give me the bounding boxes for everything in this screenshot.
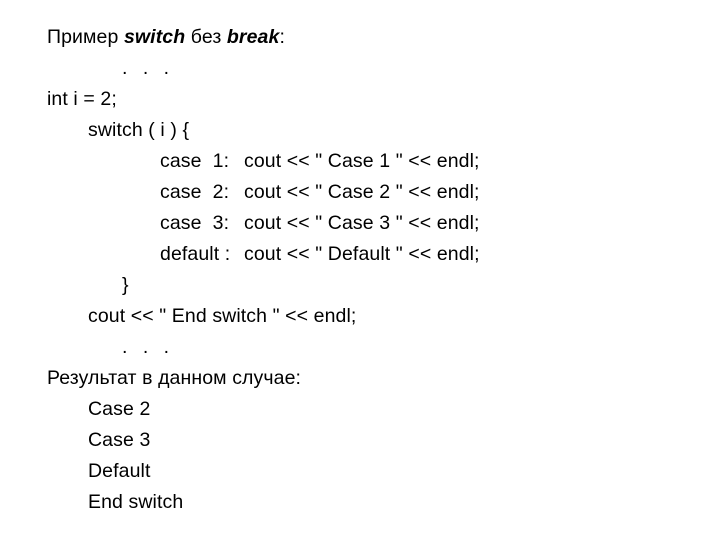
- title-middle: без: [185, 26, 227, 48]
- result-line: End switch: [88, 491, 184, 513]
- slide: Пример switch без break: . . . int i = 2…: [0, 0, 720, 540]
- slide-title: Пример switch без break:: [47, 22, 697, 53]
- code-ellipsis-bottom: . . .: [122, 336, 175, 358]
- result-line: Default: [88, 460, 151, 482]
- code-case-label: case 2:: [160, 181, 230, 203]
- code-case-label: case 3:: [160, 212, 230, 234]
- code-ellipsis-top: . . .: [122, 57, 175, 79]
- code-switch-open: switch ( i ) {: [88, 119, 190, 141]
- code-default-row: default : cout << " Default " << endl;: [47, 239, 697, 270]
- title-keyword-break: break: [226, 26, 280, 48]
- code-default-label: default :: [160, 243, 231, 265]
- code-case-body: cout << " Case 1 " << endl;: [244, 150, 480, 172]
- title-suffix: :: [279, 26, 285, 48]
- code-switch-close: }: [122, 274, 129, 296]
- code-cout-end: cout << " End switch " << endl;: [88, 305, 357, 327]
- code-declaration: int i = 2;: [47, 88, 117, 110]
- slide-content: Пример switch без break: . . . int i = 2…: [47, 22, 697, 518]
- result-heading: Результат в данном случае:: [47, 367, 302, 389]
- code-case-body: cout << " Case 3 " << endl;: [244, 212, 480, 234]
- title-prefix: Пример: [47, 26, 124, 48]
- title-keyword-switch: switch: [123, 26, 186, 48]
- result-line: Case 2: [88, 398, 151, 420]
- code-case-row: case 1: cout << " Case 1 " << endl;: [47, 146, 697, 177]
- code-case-row: case 3: cout << " Case 3 " << endl;: [47, 208, 697, 239]
- code-case-label: case 1:: [160, 150, 230, 172]
- result-line: Case 3: [88, 429, 151, 451]
- code-case-body: cout << " Case 2 " << endl;: [244, 181, 480, 203]
- code-case-row: case 2: cout << " Case 2 " << endl;: [47, 177, 697, 208]
- code-default-body: cout << " Default " << endl;: [244, 243, 480, 265]
